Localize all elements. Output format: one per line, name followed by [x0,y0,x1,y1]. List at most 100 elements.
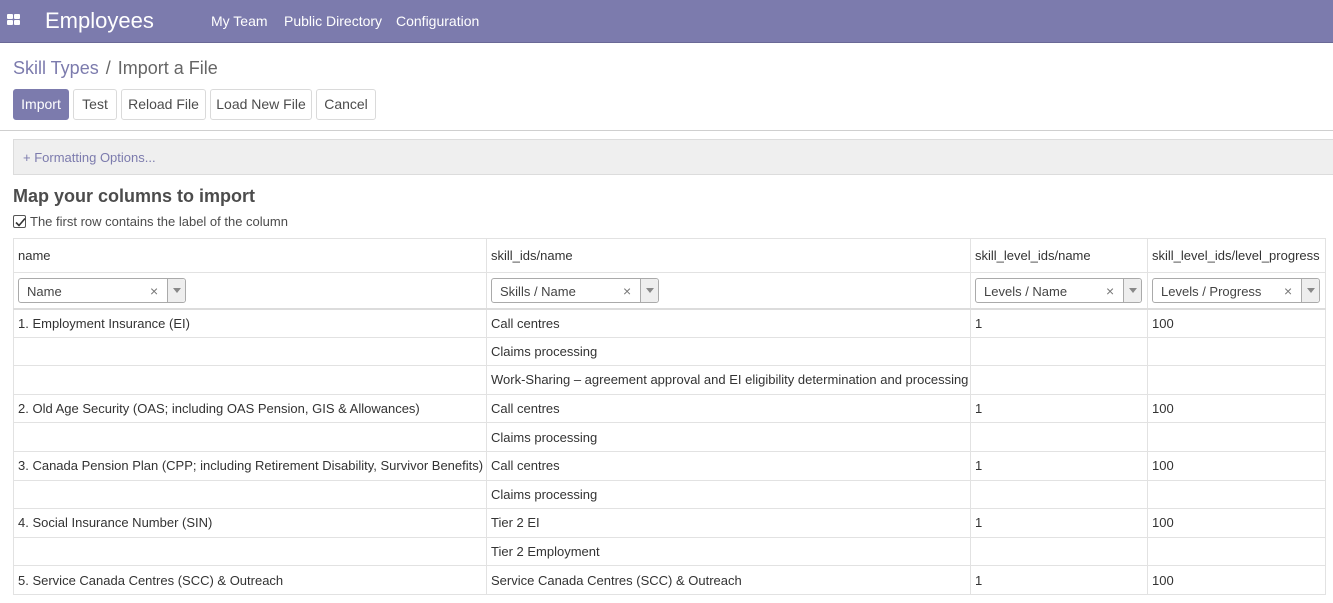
table-cell: 1 [970,565,1148,595]
table-row: 2. Old Age Security (OAS; including OAS … [13,393,1326,424]
breadcrumb-separator: / [105,58,111,78]
table-cell [1147,536,1326,567]
reload-file-button[interactable]: Reload File [121,89,206,120]
table-cell: 100 [1147,508,1326,538]
table-cell [13,336,487,367]
table-cell [1147,479,1326,510]
table-cell: 1 [970,450,1148,481]
chevron-down-icon[interactable] [1123,278,1141,302]
table-cell: 4. Social Insurance Number (SIN) [13,508,487,538]
breadcrumb-skill-types[interactable]: Skill Types [13,58,99,78]
table-cell [13,479,487,510]
breadcrumb-current: Import a File [117,58,218,78]
formatting-options-toggle[interactable]: + Formatting Options... [23,150,156,165]
import-preview-table: name skill_ids/name skill_level_ids/name… [13,238,1326,595]
table-cell [1147,365,1326,395]
load-new-file-button[interactable]: Load New File [210,89,312,120]
first-row-header-checkbox[interactable] [13,215,26,228]
clear-icon[interactable]: × [1106,283,1114,299]
field-select-value: Levels / Name [984,283,1068,299]
table-cell: 2. Old Age Security (OAS; including OAS … [13,393,487,424]
clear-icon[interactable]: × [150,283,158,299]
chevron-down-icon[interactable] [1301,278,1319,302]
field-select-name[interactable]: Name × [18,277,186,303]
field-select-skills[interactable]: Skills / Name × [491,277,659,303]
table-cell: Work-Sharing – agreement approval and EI… [486,365,971,395]
checkmark-icon [15,217,26,227]
table-row: Work-Sharing – agreement approval and EI… [13,365,1326,395]
table-cell: Claims processing [486,336,971,367]
menu-public-directory[interactable]: Public Directory [284,13,382,30]
table-cell [13,365,487,395]
table-row: 1. Employment Insurance (EI) Call centres… [13,308,1326,338]
table-row: Claims processing [13,336,1326,367]
table-cell: Tier 2 Employment [486,536,971,567]
table-cell [1147,336,1326,367]
table-cell [970,536,1148,567]
test-button[interactable]: Test [73,89,117,120]
table-cell: 100 [1147,393,1326,424]
clear-icon[interactable]: × [1284,283,1292,299]
app-title[interactable]: Employees [45,8,154,34]
table-cell [970,365,1148,395]
formatting-options-bar: + Formatting Options... [13,139,1333,175]
import-button[interactable]: Import [13,89,69,120]
column-name-row: name skill_ids/name skill_level_ids/name… [13,238,1326,273]
table-cell [13,422,487,452]
menu-my-team[interactable]: My Team [211,13,268,30]
clear-icon[interactable]: × [623,283,631,299]
table-cell: 1. Employment Insurance (EI) [13,308,487,338]
cancel-button[interactable]: Cancel [316,89,376,120]
field-select-value: Skills / Name [500,283,576,299]
field-select-value: Levels / Progress [1161,283,1262,299]
table-cell: Claims processing [486,422,971,452]
breadcrumb: Skill Types / Import a File [13,58,218,79]
table-row: Claims processing [13,422,1326,452]
table-cell: 1 [970,508,1148,538]
apps-menu-icon[interactable] [7,14,21,26]
column-name-cell: skill_level_ids/level_progress [1147,238,1326,273]
control-panel-divider [0,130,1333,131]
table-cell: Call centres [486,308,971,338]
chevron-down-icon[interactable] [167,278,185,302]
field-select-levels-name[interactable]: Levels / Name × [975,277,1142,303]
field-select-levels-progress[interactable]: Levels / Progress × [1152,277,1320,303]
table-cell [1147,422,1326,452]
table-cell: 1 [970,393,1148,424]
field-select-value: Name [27,283,62,299]
field-selector-cell: Name × [13,272,487,310]
table-cell: Call centres [486,450,971,481]
field-selector-row: Name × Skills / Name × Levels / Name × L… [13,272,1326,310]
table-row: 5. Service Canada Centres (SCC) & Outrea… [13,565,1326,595]
table-cell [970,422,1148,452]
preview-rows: 1. Employment Insurance (EI) Call centres… [13,308,1326,595]
table-cell: Service Canada Centres (SCC) & Outreach [486,565,971,595]
field-selector-cell: Levels / Name × [970,272,1148,310]
table-cell: Tier 2 EI [486,508,971,538]
table-cell: 5. Service Canada Centres (SCC) & Outrea… [13,565,487,595]
table-cell [13,536,487,567]
map-columns-title: Map your columns to import [13,186,256,206]
menu-configuration[interactable]: Configuration [396,13,479,30]
field-selector-cell: Skills / Name × [486,272,971,310]
table-row: 3. Canada Pension Plan (CPP; including R… [13,450,1326,481]
table-cell: 3. Canada Pension Plan (CPP; including R… [13,450,487,481]
table-cell [970,479,1148,510]
column-name-cell: skill_ids/name [486,238,971,273]
column-name-cell: skill_level_ids/name [970,238,1148,273]
table-row: Tier 2 Employment [13,536,1326,567]
table-cell: 1 [970,308,1148,338]
top-navbar: Employees My Team Public Directory Confi… [0,0,1333,43]
table-cell: Claims processing [486,479,971,510]
table-row: Claims processing [13,479,1326,510]
chevron-down-icon[interactable] [640,278,658,302]
table-cell: 100 [1147,308,1326,338]
table-cell: 100 [1147,565,1326,595]
table-cell: 100 [1147,450,1326,481]
column-name-cell: name [13,238,487,273]
table-cell [970,336,1148,367]
table-cell: Call centres [486,393,971,424]
first-row-header-label: The first row contains the label of the … [30,214,288,229]
field-selector-cell: Levels / Progress × [1147,272,1326,310]
table-row: 4. Social Insurance Number (SIN) Tier 2 E… [13,508,1326,538]
